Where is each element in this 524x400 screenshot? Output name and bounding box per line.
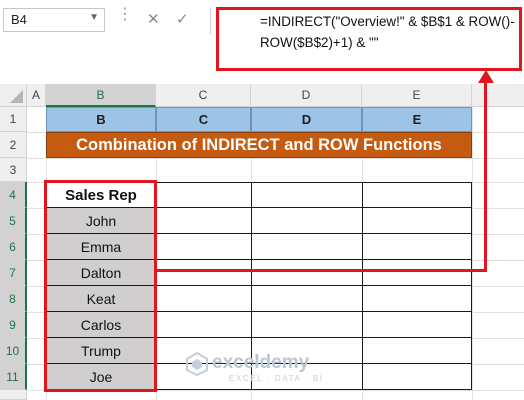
- column-header-c[interactable]: C: [156, 84, 251, 107]
- column-header-d[interactable]: D: [251, 84, 362, 107]
- table-cell[interactable]: [362, 285, 472, 312]
- table-cell[interactable]: [251, 207, 363, 234]
- connector-line-horizontal: [155, 269, 487, 272]
- row-header-4[interactable]: 4: [0, 182, 27, 208]
- connector-line-vertical: [484, 80, 487, 272]
- cell-e1[interactable]: E: [362, 107, 472, 132]
- table-cell[interactable]: [155, 259, 252, 286]
- column-header-e[interactable]: E: [362, 84, 472, 107]
- gridline: [472, 107, 473, 400]
- cancel-icon[interactable]: ✕: [147, 10, 160, 28]
- formula-input[interactable]: =INDIRECT("Overview!" & $B$1 & ROW()-ROW…: [260, 11, 522, 53]
- table-cell[interactable]: [362, 337, 472, 364]
- cell-d1[interactable]: D: [251, 107, 362, 132]
- title-banner[interactable]: Combination of INDIRECT and ROW Function…: [46, 132, 472, 158]
- chevron-down-icon[interactable]: ▼: [89, 12, 99, 23]
- name-box[interactable]: B4 ▼: [3, 8, 105, 32]
- table-cell[interactable]: [251, 259, 363, 286]
- name-box-value: B4: [11, 12, 27, 27]
- select-all-icon: [10, 90, 23, 103]
- row-header-12[interactable]: [0, 390, 27, 400]
- table-cell[interactable]: [362, 259, 472, 286]
- row-header-2[interactable]: 2: [0, 132, 27, 158]
- watermark-brand: exceldemy: [212, 352, 310, 373]
- table-cell[interactable]: [155, 207, 252, 234]
- table-cell[interactable]: [251, 285, 363, 312]
- table-cell[interactable]: [362, 311, 472, 338]
- row-header-1[interactable]: 1: [0, 107, 27, 132]
- table-cell[interactable]: [251, 311, 363, 338]
- column-header-a[interactable]: A: [27, 84, 46, 107]
- table-cell[interactable]: [251, 233, 363, 260]
- gridline: [27, 158, 524, 159]
- column-header-b[interactable]: B: [46, 84, 156, 107]
- table-cell[interactable]: [251, 182, 363, 208]
- row-header-6[interactable]: 6: [0, 234, 27, 260]
- column-header-blank: [472, 84, 524, 107]
- enter-icon[interactable]: ✓: [176, 10, 189, 28]
- row-header-8[interactable]: 8: [0, 286, 27, 312]
- cell-c1[interactable]: C: [156, 107, 251, 132]
- row-header-11[interactable]: 11: [0, 364, 27, 390]
- table-cell[interactable]: [362, 182, 472, 208]
- row-header-5[interactable]: 5: [0, 208, 27, 234]
- table-cell[interactable]: [155, 233, 252, 260]
- row-header-7[interactable]: 7: [0, 260, 27, 286]
- table-cell[interactable]: [362, 363, 472, 390]
- row-header-3[interactable]: 3: [0, 158, 27, 182]
- row-header-9[interactable]: 9: [0, 312, 27, 338]
- cell-b1[interactable]: B: [46, 107, 156, 132]
- row-header-10[interactable]: 10: [0, 338, 27, 364]
- table-cell[interactable]: [155, 311, 252, 338]
- table-cell[interactable]: [362, 207, 472, 234]
- more-options-icon[interactable]: ⋮: [117, 7, 133, 23]
- table-cell[interactable]: [155, 285, 252, 312]
- table-cell[interactable]: [362, 233, 472, 260]
- formula-divider: [210, 8, 211, 34]
- select-all-corner[interactable]: [0, 84, 27, 107]
- table-cell[interactable]: [155, 182, 252, 208]
- exceldemy-logo-icon: [186, 352, 208, 376]
- watermark-tagline: EXCEL · DATA · BI: [229, 374, 324, 383]
- arrow-up-icon: [478, 70, 494, 83]
- selection-highlight-box: [44, 180, 157, 392]
